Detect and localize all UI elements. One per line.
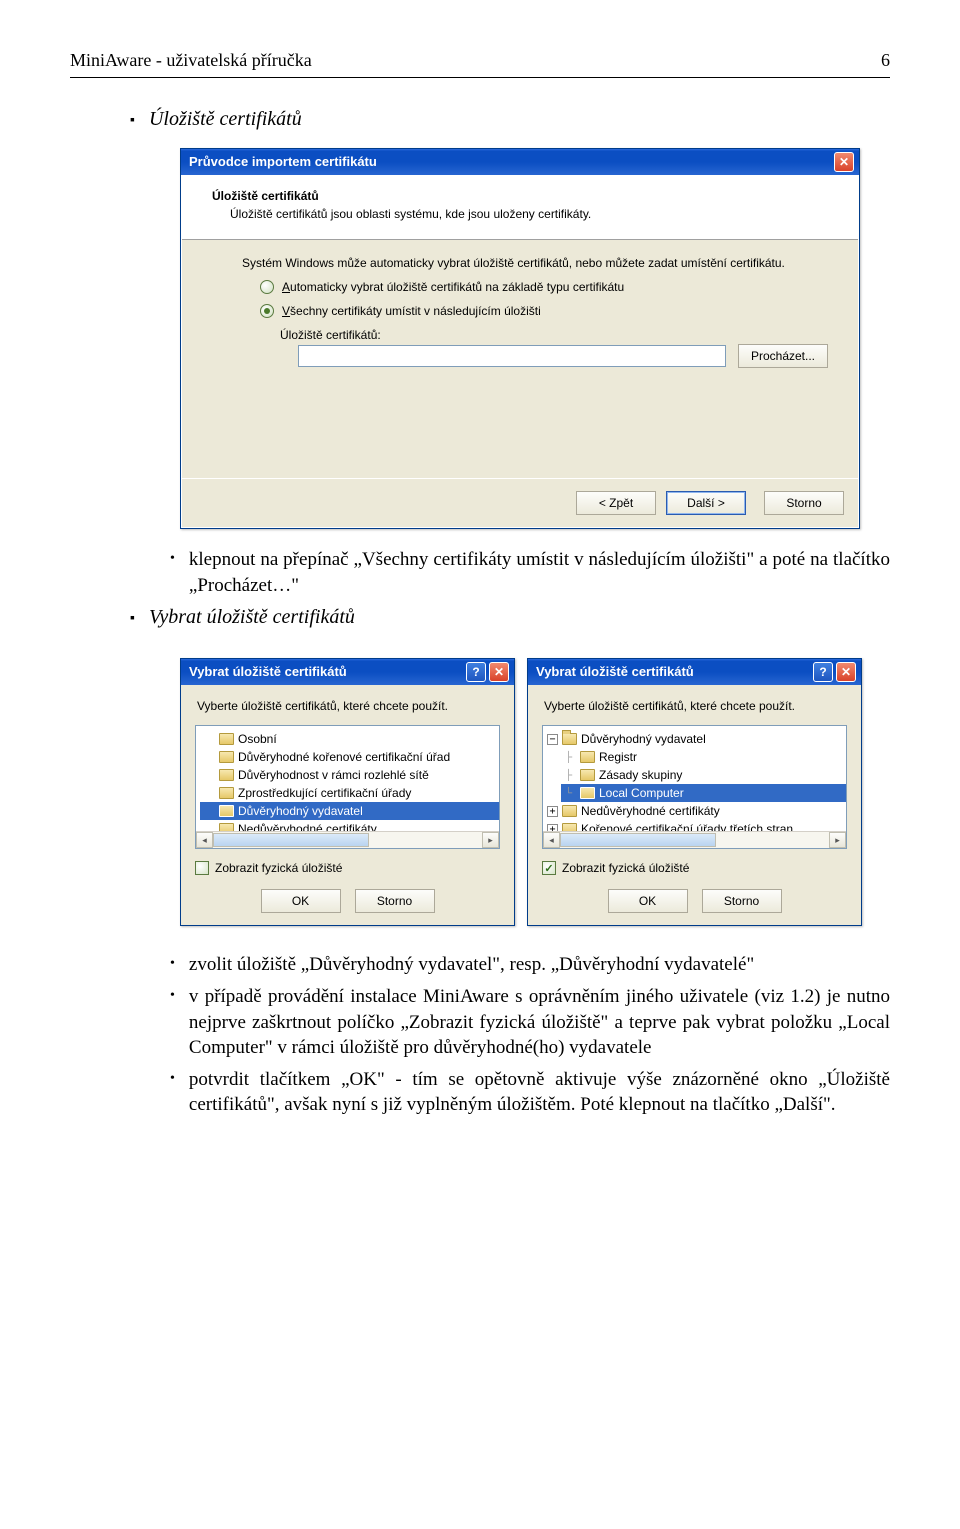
close-icon[interactable]: ✕ [836, 662, 856, 682]
cert-store-picker-right: Vybrat úložiště certifikátů ? ✕ Vyberte … [527, 658, 862, 926]
list-item[interactable]: Důvěryhodné kořenové certifikační úřad [200, 748, 499, 766]
radio-icon[interactable] [260, 304, 274, 318]
wizard-title: Průvodce importem certifikátu [189, 154, 377, 169]
back-button[interactable]: < Zpět [576, 491, 656, 515]
radio-icon[interactable] [260, 280, 274, 294]
page-number: 6 [881, 50, 890, 71]
scroll-thumb[interactable] [560, 833, 716, 847]
picker-titlebar[interactable]: Vybrat úložiště certifikátů ? ✕ [181, 659, 514, 685]
scroll-left-icon[interactable]: ◂ [543, 832, 560, 848]
doc-title: MiniAware - uživatelská příručka [70, 50, 312, 71]
list-item[interactable]: Důvěryhodnost v rámci rozlehlé sítě [200, 766, 499, 784]
bullet-item: • zvolit úložiště „Důvěryhodný vydavatel… [170, 952, 890, 978]
section-heading-1-text: Úložiště certifikátů [149, 108, 302, 131]
bullet-text: v případě provádění instalace MiniAware … [189, 984, 890, 1061]
help-icon[interactable]: ? [813, 662, 833, 682]
square-bullet-icon: ▪ [130, 606, 135, 632]
browse-button[interactable]: Procházet... [738, 344, 828, 368]
cancel-button[interactable]: Storno [702, 889, 782, 913]
picker-title: Vybrat úložiště certifikátů [189, 664, 347, 679]
tree-item[interactable]: ├Zásady skupiny [561, 766, 846, 784]
square-bullet-icon: ▪ [130, 108, 135, 134]
radio-auto-row[interactable]: Automaticky vybrat úložiště certifikátů … [260, 280, 828, 294]
expand-icon[interactable]: + [547, 806, 558, 817]
tree-item-selected[interactable]: └Local Computer [561, 784, 846, 802]
close-icon[interactable]: ✕ [834, 152, 854, 172]
close-icon[interactable]: ✕ [489, 662, 509, 682]
show-physical-checkbox-row[interactable]: Zobrazit fyzická úložišté [195, 861, 500, 875]
bullet-text: klepnout na přepínač „Všechny certifikát… [189, 547, 890, 598]
store-listbox[interactable]: Osobní Důvěryhodné kořenové certifikační… [195, 725, 500, 849]
wizard-content: Systém Windows může automaticky vybrat ú… [182, 240, 858, 478]
radio-all-row[interactable]: Všechny certifikáty umístit v následujíc… [260, 304, 828, 318]
cert-import-wizard: Průvodce importem certifikátu ✕ Úložiště… [180, 148, 860, 529]
cancel-button[interactable]: Storno [355, 889, 435, 913]
tree-item[interactable]: −Důvěryhodný vydavatel [547, 730, 846, 748]
scroll-right-icon[interactable]: ▸ [829, 832, 846, 848]
bullet-text: potvrdit tlačítkem „OK" - tím se opětovn… [189, 1067, 890, 1118]
section-heading-2-text: Vybrat úložiště certifikátů [149, 606, 355, 629]
store-treeview[interactable]: −Důvěryhodný vydavatel ├Registr ├Zásady … [542, 725, 847, 849]
bullet-dot-icon: • [170, 1067, 175, 1091]
bullet-item: • klepnout na přepínač „Všechny certifik… [170, 547, 890, 598]
tree-item[interactable]: +Nedůvěryhodné certifikáty [547, 802, 846, 820]
checkbox-label: Zobrazit fyzická úložišté [215, 861, 342, 875]
horizontal-scrollbar[interactable]: ◂ ▸ [543, 831, 846, 848]
picker-prompt: Vyberte úložiště certifikátů, které chce… [544, 699, 847, 713]
header-rule [70, 77, 890, 78]
scroll-left-icon[interactable]: ◂ [196, 832, 213, 848]
picker-prompt: Vyberte úložiště certifikátů, které chce… [197, 699, 500, 713]
bullet-dot-icon: • [170, 984, 175, 1008]
store-path-label: Úložiště certifikátů: [280, 328, 828, 342]
picker-titlebar[interactable]: Vybrat úložiště certifikátů ? ✕ [528, 659, 861, 685]
show-physical-checkbox-row[interactable]: ✓ Zobrazit fyzická úložišté [542, 861, 847, 875]
bullet-dot-icon: • [170, 952, 175, 976]
cert-store-picker-left: Vybrat úložiště certifikátů ? ✕ Vyberte … [180, 658, 515, 926]
scroll-right-icon[interactable]: ▸ [482, 832, 499, 848]
horizontal-scrollbar[interactable]: ◂ ▸ [196, 831, 499, 848]
wizard-step-subtitle: Úložiště certifikátů jsou oblasti systém… [230, 207, 828, 221]
checkbox-label: Zobrazit fyzická úložišté [562, 861, 689, 875]
section-heading-2: ▪ Vybrat úložiště certifikátů [130, 606, 890, 632]
bullet-text: zvolit úložiště „Důvěryhodný vydavatel",… [189, 952, 890, 978]
section-heading-1: ▪ Úložiště certifikátů [130, 108, 890, 134]
cancel-button[interactable]: Storno [764, 491, 844, 515]
page-header: MiniAware - uživatelská příručka 6 [70, 50, 890, 71]
tree-item[interactable]: ├Registr [561, 748, 846, 766]
bullet-item: • potvrdit tlačítkem „OK" - tím se opěto… [170, 1067, 890, 1118]
collapse-icon[interactable]: − [547, 734, 558, 745]
list-item[interactable]: Zprostředkující certifikační úřady [200, 784, 499, 802]
wizard-description: Systém Windows může automaticky vybrat ú… [242, 256, 828, 270]
wizard-footer: < Zpět Další > Storno [182, 478, 858, 527]
store-path-input[interactable] [298, 345, 726, 367]
ok-button[interactable]: OK [608, 889, 688, 913]
list-item[interactable]: Osobní [200, 730, 499, 748]
scroll-thumb[interactable] [213, 833, 369, 847]
list-item-selected[interactable]: Důvěryhodný vydavatel [200, 802, 499, 820]
picker-title: Vybrat úložiště certifikátů [536, 664, 694, 679]
help-icon[interactable]: ? [466, 662, 486, 682]
checkbox-checked-icon[interactable]: ✓ [542, 861, 556, 875]
bullet-item: • v případě provádění instalace MiniAwar… [170, 984, 890, 1061]
bullet-dot-icon: • [170, 547, 175, 571]
next-button[interactable]: Další > [666, 491, 746, 515]
wizard-titlebar[interactable]: Průvodce importem certifikátu ✕ [181, 149, 859, 175]
ok-button[interactable]: OK [261, 889, 341, 913]
wizard-header-panel: Úložiště certifikátů Úložiště certifikát… [182, 175, 858, 240]
radio-all-label: Všechny certifikáty umístit v následujíc… [282, 304, 541, 318]
wizard-step-title: Úložiště certifikátů [212, 189, 828, 203]
checkbox-icon[interactable] [195, 861, 209, 875]
radio-auto-label: Automaticky vybrat úložiště certifikátů … [282, 280, 624, 294]
